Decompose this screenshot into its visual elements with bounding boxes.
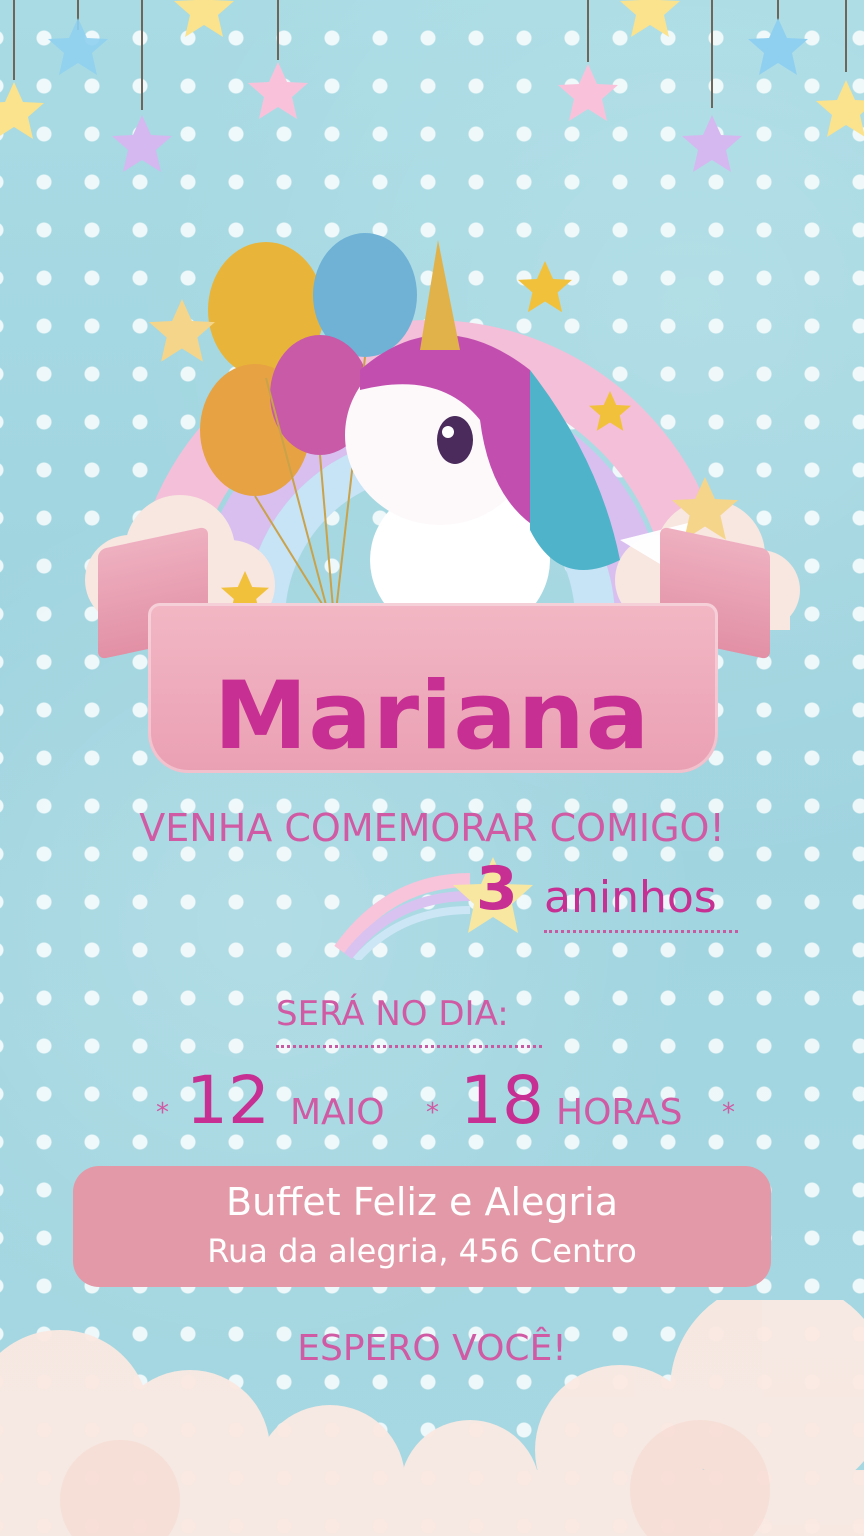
age-underline — [544, 930, 738, 933]
child-name: Mariana — [213, 662, 651, 771]
event-hour: 18 — [460, 1062, 544, 1139]
venue-box: Buffet Feliz e Alegria Rua da alegria, 4… — [73, 1166, 771, 1287]
hanging-star-icon — [248, 62, 308, 119]
hanging-stars — [0, 0, 864, 172]
bottom-clouds — [0, 1300, 864, 1536]
hanging-star-icon — [748, 18, 808, 75]
separator-star: * — [156, 1098, 169, 1128]
venue-address: Rua da alegria, 456 Centro — [207, 1232, 637, 1270]
hanging-star-icon — [48, 18, 108, 75]
hanging-star-icon — [0, 82, 44, 139]
date-time-row: * 12 MAIO * 18 HORAS * — [0, 1062, 864, 1142]
event-day: 12 — [186, 1062, 270, 1139]
age-badge: 3 aninhos — [448, 852, 748, 942]
invite-subtitle: VENHA COMEMORAR COMIGO! — [139, 806, 725, 850]
age-word: aninhos — [544, 872, 717, 923]
age-number: 3 — [476, 854, 518, 924]
separator-star: * — [722, 1098, 735, 1128]
hanging-star-icon — [816, 80, 864, 137]
event-hour-word: HORAS — [556, 1092, 683, 1133]
date-label: SERÁ NO DIA: — [276, 994, 509, 1034]
hanging-star-icon — [620, 0, 680, 37]
gold-star-icon — [149, 299, 215, 362]
hanging-star-icon — [174, 0, 234, 37]
hanging-star-icon — [682, 115, 742, 172]
date-label-underline — [276, 1045, 542, 1048]
gold-star-icon — [518, 261, 572, 313]
separator-star: * — [426, 1098, 439, 1128]
hanging-star-icon — [112, 115, 172, 172]
hanging-star-icon — [558, 64, 618, 121]
event-month: MAIO — [290, 1092, 385, 1133]
venue-name: Buffet Feliz e Alegria — [226, 1180, 618, 1224]
